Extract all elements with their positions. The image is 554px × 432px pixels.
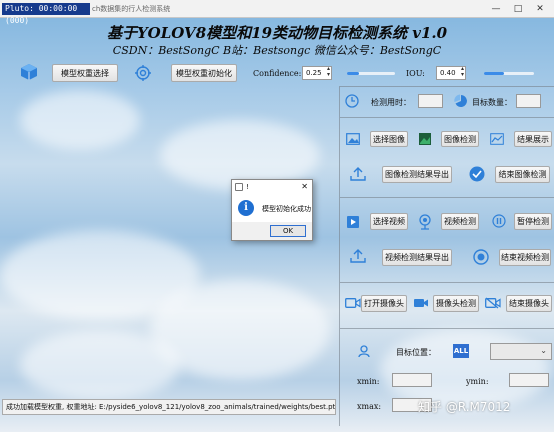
cloud-decoration <box>20 330 180 400</box>
confidence-slider[interactable] <box>347 72 395 75</box>
maximize-button[interactable]: □ <box>508 2 528 16</box>
status-bar: 成功加载模型权重, 权重地址: E:/pyside6_yolov8_121/yo… <box>2 399 336 415</box>
pie-chart-icon <box>454 94 468 108</box>
pause-icon <box>492 214 506 228</box>
dialog-close-button[interactable]: ✕ <box>301 180 308 194</box>
info-icon: i <box>238 200 254 216</box>
window-titlebar[interactable]: Pluto: 00:00:00 (000) ch数据集的行人检测系统 — □ ✕ <box>0 0 554 25</box>
model-select-button[interactable]: 模型权重选择 <box>52 64 118 82</box>
stop-circle-icon <box>473 249 489 265</box>
iou-slider[interactable] <box>484 72 534 75</box>
video-file-icon <box>346 215 360 229</box>
image-detect-icon <box>418 132 432 146</box>
cloud-decoration <box>20 90 140 150</box>
dialog-message: 模型初始化成功 <box>262 205 311 213</box>
page-subtitle: CSDN：BestSongC B站：Bestsongc 微信公众号：BestSo… <box>112 44 442 57</box>
line-chart-icon <box>490 133 504 145</box>
dialog-title: ! <box>246 183 249 191</box>
pause-detect-button[interactable]: 暂停检测 <box>514 213 552 230</box>
target-select-dropdown[interactable]: ⌄ <box>490 343 552 360</box>
image-icon <box>346 133 360 145</box>
select-video-button[interactable]: 选择视频 <box>370 213 408 230</box>
detect-time-label: 检测用时： <box>371 98 411 107</box>
end-image-detect-button[interactable]: 结束图像检测 <box>495 166 550 183</box>
target-count-label: 目标数量： <box>472 98 512 107</box>
check-circle-icon <box>469 166 485 182</box>
close-button[interactable]: ✕ <box>530 2 550 16</box>
webcam-icon <box>418 214 432 230</box>
iou-label: IOU: <box>406 69 425 78</box>
dialog-footer: OK <box>232 222 312 240</box>
camera-off-icon <box>485 297 501 309</box>
xmin-label: xmin: <box>357 377 380 386</box>
open-camera-button[interactable]: 打开摄像头 <box>361 295 407 312</box>
panel-divider <box>340 197 554 198</box>
camera-detect-button[interactable]: 摄像头检测 <box>433 295 479 312</box>
confidence-spinbox[interactable]: 0.25 <box>302 66 332 80</box>
end-video-detect-button[interactable]: 结束视频检测 <box>499 249 551 266</box>
panel-divider <box>340 86 554 87</box>
confidence-label: Confidence: <box>253 69 302 78</box>
dialog-titlebar[interactable]: ! ✕ <box>232 180 312 194</box>
minimize-button[interactable]: — <box>486 2 506 16</box>
panel-divider <box>340 282 554 283</box>
iou-spinbox[interactable]: 0.40 <box>436 66 466 80</box>
target-settings-icon[interactable] <box>134 64 152 82</box>
ok-button[interactable]: OK <box>270 225 306 237</box>
panel-divider <box>340 328 554 329</box>
export-icon <box>350 249 366 263</box>
export-icon <box>350 167 366 181</box>
ymin-label: ymin: <box>466 377 489 386</box>
window-title: ch数据集的行人检测系统 <box>92 5 171 13</box>
chevron-down-icon: ⌄ <box>540 346 547 355</box>
xmin-value <box>392 373 432 387</box>
panel-divider <box>340 117 554 118</box>
result-show-button[interactable]: 结果展示 <box>514 131 552 147</box>
message-dialog: ! ✕ i 模型初始化成功 OK <box>231 179 313 241</box>
image-export-button[interactable]: 图像检测结果导出 <box>382 166 452 183</box>
app-icon <box>235 183 243 191</box>
model-init-button[interactable]: 模型权重初始化 <box>171 64 237 82</box>
video-camera-icon <box>413 297 429 309</box>
image-detect-button[interactable]: 图像检测 <box>441 131 479 147</box>
dialog-body: i 模型初始化成功 <box>232 194 312 222</box>
ymin-value <box>509 373 549 387</box>
select-image-button[interactable]: 选择图像 <box>370 131 408 147</box>
target-position-label: 目标位置： <box>396 348 436 357</box>
video-detect-button[interactable]: 视频检测 <box>441 213 479 230</box>
camera-icon <box>345 297 361 309</box>
location-icon <box>357 344 371 358</box>
video-export-button[interactable]: 视频检测结果导出 <box>382 249 452 266</box>
end-camera-button[interactable]: 结束摄像头 <box>506 295 552 312</box>
all-badge: ALL <box>453 344 469 358</box>
watermark: 知乎 @R.M7012 <box>418 400 511 414</box>
page-title: 基于YOLOV8模型和19类动物目标检测系统 v1.0 <box>106 24 448 42</box>
window-badge: Pluto: 00:00:00 (000) <box>2 3 90 25</box>
clock-icon <box>345 94 359 108</box>
target-count-value <box>516 94 541 108</box>
xmax-label: xmax: <box>357 402 382 411</box>
detect-time-value <box>418 94 443 108</box>
panel-divider <box>339 86 340 426</box>
cube-icon <box>20 63 38 81</box>
